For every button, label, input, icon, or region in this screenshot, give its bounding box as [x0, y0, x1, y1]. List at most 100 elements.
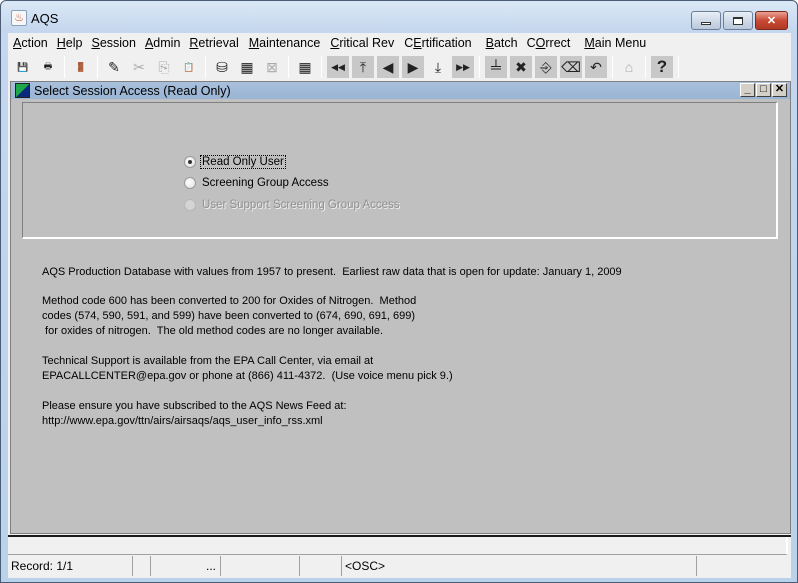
radio-label: Screening Group Access	[202, 177, 329, 189]
java-cup-icon: ♨	[11, 10, 27, 26]
clear-form-button[interactable]: ⌂	[618, 56, 640, 78]
previous-set-button[interactable]: ⤒	[352, 56, 374, 78]
status-cell	[300, 556, 342, 576]
close-icon: ✕	[766, 15, 777, 27]
exit-icon: 🚪	[75, 61, 87, 72]
duplicate-record-button[interactable]: ⎆	[535, 56, 557, 78]
news-feed-notice: Please ensure you have subscribed to the…	[42, 400, 347, 427]
previous-record-button[interactable]: ◀	[377, 56, 399, 78]
status-bar: Record: 1/1 ... <OSC>	[8, 556, 791, 576]
query-cancel-button[interactable]: ⊠	[261, 56, 283, 78]
radio-label: Read Only User	[200, 155, 286, 169]
insert-record-button[interactable]: ╧	[485, 56, 507, 78]
print-icon: 🖶	[43, 61, 53, 71]
frame-minimize-button[interactable]: _	[740, 83, 755, 97]
copy-icon: ⎘	[158, 58, 170, 75]
radio-button[interactable]	[184, 156, 196, 168]
status-cell	[697, 556, 789, 576]
status-mode: <OSC>	[342, 556, 697, 576]
minimize-icon	[701, 22, 711, 25]
copy-button[interactable]: ⎘	[153, 56, 175, 78]
next-record-button[interactable]: ▶	[402, 56, 424, 78]
database-info-text: AQS Production Database with values from…	[42, 266, 622, 278]
undo-icon: ↶	[590, 58, 602, 75]
close-button[interactable]: ✕	[755, 11, 788, 30]
toolbar-separator	[645, 56, 646, 78]
print-button[interactable]: 🖶	[37, 56, 59, 78]
delete-record-button[interactable]: ✖	[510, 56, 532, 78]
next-record-icon: ▶	[407, 58, 419, 75]
undo-button[interactable]: ↶	[585, 56, 607, 78]
menu-maintenance[interactable]: Maintenance	[243, 33, 325, 53]
save-icon: 💾	[17, 61, 29, 72]
radio-button	[184, 199, 196, 211]
status-cell	[133, 556, 151, 576]
exit-button[interactable]: 🚪	[70, 56, 92, 78]
clear-record-button[interactable]: ⌫	[560, 56, 582, 78]
radio-label: User Support Screening Group Access	[202, 199, 400, 211]
calculator-icon: ▦	[298, 58, 312, 75]
menu-batch[interactable]: Batch	[476, 33, 522, 53]
help-icon: ?	[656, 57, 668, 76]
last-record-button[interactable]: ▶▶	[452, 56, 474, 78]
toolbar: 💾 🖶 🚪 ✎ ✂ ⎘ 📋 ⛁ ▦ ⊠ ▦ ◀◀ ⤒ ◀ ▶ ⤓ ▶▶ ╧ ✖ ⎆ ⌫ ↶ ⌂?	[12, 54, 684, 80]
app-window: ♨ AQS ✕ Action Help Session Admin Retrieval M…	[0, 0, 798, 583]
previous-record-icon: ◀	[382, 58, 394, 75]
toolbar-separator	[479, 56, 480, 78]
query-table-icon: ▦	[240, 58, 254, 75]
radio-read-only-user[interactable]: Read Only User	[184, 155, 286, 169]
internal-frame-title: Select Session Access (Read Only)	[34, 83, 231, 98]
frame-close-button[interactable]: ✕	[772, 83, 787, 97]
toolbar-separator	[288, 56, 289, 78]
help-button[interactable]: ?	[651, 56, 673, 78]
next-set-icon: ⤓	[434, 58, 442, 75]
radio-button[interactable]	[184, 177, 196, 189]
tech-support-notice: Technical Support is available from the …	[42, 355, 453, 382]
calculator-button[interactable]: ▦	[294, 56, 316, 78]
save-button[interactable]: 💾	[12, 56, 34, 78]
menu-correct[interactable]: COrrect	[522, 33, 575, 53]
menu-help[interactable]: Help	[52, 33, 87, 53]
edit-icon: ✎	[108, 58, 120, 75]
radio-user-support-screening-group-access: User Support Screening Group Access	[184, 199, 401, 211]
form-icon	[15, 83, 30, 98]
message-line	[8, 537, 788, 555]
cut-button[interactable]: ✂	[128, 56, 150, 78]
next-set-button[interactable]: ⤓	[427, 56, 449, 78]
toolbar-separator	[64, 56, 65, 78]
previous-set-icon: ⤒	[359, 58, 367, 75]
toolbar-separator	[205, 56, 206, 78]
method-code-notice: Method code 600 has been converted to 20…	[42, 295, 417, 337]
internal-frame-title-bar[interactable]: Select Session Access (Read Only) _ □ ✕	[11, 82, 790, 99]
first-record-icon: ◀◀	[331, 61, 345, 72]
query-help-icon: ⛁	[216, 58, 228, 75]
title-bar[interactable]: ♨ AQS ✕	[1, 1, 797, 33]
last-record-icon: ▶▶	[456, 61, 470, 72]
menu-retrieval[interactable]: Retrieval	[184, 33, 242, 53]
toolbar-separator	[612, 56, 613, 78]
delete-record-icon: ✖	[515, 58, 527, 75]
toolbar-separator	[97, 56, 98, 78]
edit-button[interactable]: ✎	[103, 56, 125, 78]
status-cell	[221, 556, 300, 576]
paste-button[interactable]: 📋	[178, 56, 200, 78]
radio-screening-group-access[interactable]: Screening Group Access	[184, 177, 330, 189]
select-session-access-frame: Select Session Access (Read Only) _ □ ✕ …	[10, 81, 791, 534]
menu-critical-rev[interactable]: Critical Rev	[324, 33, 398, 53]
query-help-button[interactable]: ⛁	[211, 56, 233, 78]
status-record: Record: 1/1	[8, 556, 133, 576]
maximize-icon	[733, 16, 743, 25]
first-record-button[interactable]: ◀◀	[327, 56, 349, 78]
menu-main-menu[interactable]: Main Menu	[574, 33, 650, 53]
status-list-indicator: ...	[151, 556, 221, 576]
minimize-button[interactable]	[691, 11, 721, 30]
menu-action[interactable]: Action	[8, 33, 52, 53]
menu-certification[interactable]: CErtification	[398, 33, 475, 53]
duplicate-record-icon: ⎆	[540, 58, 552, 75]
frame-maximize-button[interactable]: □	[756, 83, 771, 97]
window-title: AQS	[31, 11, 59, 26]
menu-admin[interactable]: Admin	[140, 33, 184, 53]
maximize-button[interactable]	[723, 11, 753, 30]
menu-session[interactable]: Session	[86, 33, 139, 53]
query-table-button[interactable]: ▦	[236, 56, 258, 78]
